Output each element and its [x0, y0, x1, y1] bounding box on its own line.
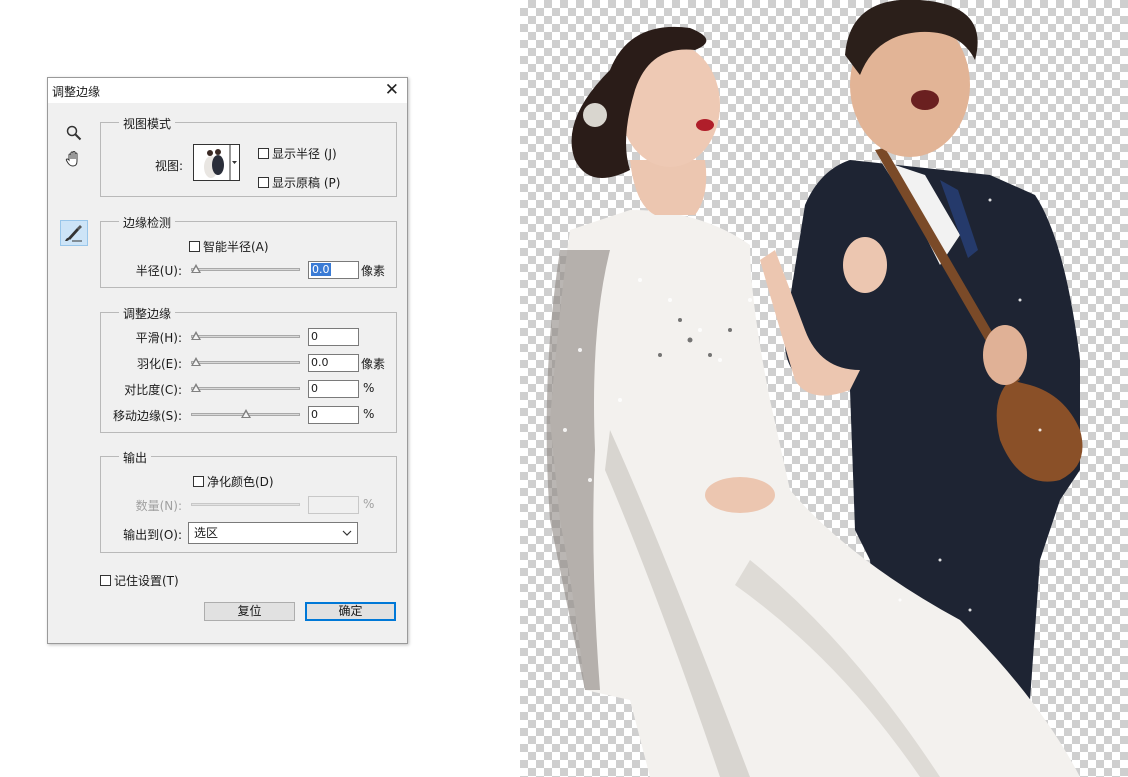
amount-slider-track	[191, 503, 300, 506]
ok-button[interactable]: 确定	[305, 602, 396, 621]
output-group: 输出 净化颜色(D) 数量(N): % 输出到(O): 选区	[100, 449, 397, 553]
shift-edge-unit: %	[363, 407, 375, 421]
amount-label: 数量(N):	[135, 499, 182, 513]
decontaminate-checkbox-box[interactable]	[193, 476, 204, 487]
radius-input[interactable]: 0.0	[308, 261, 359, 279]
photo-canvas[interactable]	[520, 0, 1128, 777]
feather-slider-track	[191, 361, 300, 364]
zoom-tool-button[interactable]	[60, 120, 88, 146]
adjust-edge-group: 调整边缘 平滑(H): 0 羽化(E): 0.0 像素 对比度(C): 0 % …	[100, 305, 397, 433]
decontaminate-label: 净化颜色(D)	[207, 475, 274, 489]
feather-input[interactable]: 0.0	[308, 354, 359, 372]
output-to-label: 输出到(O):	[123, 528, 182, 542]
contrast-label: 对比度(C):	[124, 383, 182, 397]
show-radius-label: 显示半径 (J)	[272, 147, 337, 161]
radius-slider[interactable]	[191, 264, 300, 274]
radius-slider-track	[191, 268, 300, 271]
dialog-titlebar[interactable]: 调整边缘 ✕	[48, 78, 407, 103]
dialog-title: 调整边缘	[52, 85, 101, 99]
smooth-slider-track	[191, 335, 300, 338]
adjust-edge-legend: 调整边缘	[119, 305, 176, 322]
hand-tool-button[interactable]	[60, 146, 88, 172]
smart-radius-checkbox[interactable]: 智能半径(A)	[189, 238, 269, 255]
view-label: 视图:	[155, 159, 184, 173]
smooth-input[interactable]: 0	[308, 328, 359, 346]
contrast-slider-track	[191, 387, 300, 390]
refine-radius-tool-button[interactable]	[60, 220, 88, 246]
edge-detection-group: 边缘检测 智能半径(A) 半径(U): 0.0 像素	[100, 214, 397, 288]
output-to-select[interactable]: 选区	[188, 522, 358, 544]
smart-radius-checkbox-box[interactable]	[189, 241, 200, 252]
output-legend: 输出	[119, 449, 152, 466]
amount-input	[308, 496, 359, 514]
show-original-checkbox[interactable]: 显示原稿 (P)	[258, 174, 340, 191]
feather-label: 羽化(E):	[137, 357, 182, 371]
feather-slider[interactable]	[191, 357, 300, 367]
hand-icon	[65, 150, 78, 167]
shift-edge-slider-thumb[interactable]	[240, 409, 251, 418]
refine-edge-dialog: 调整边缘 ✕ 视图模式 视图: 显示半径 (J) 显示原稿 (P) 边缘检测 智…	[47, 77, 408, 644]
smart-radius-label: 智能半径(A)	[203, 240, 269, 254]
smooth-slider[interactable]	[191, 331, 300, 341]
shift-edge-input[interactable]: 0	[308, 406, 359, 424]
edge-detection-legend: 边缘检测	[119, 214, 176, 231]
remember-settings-checkbox[interactable]: 记住设置(T)	[100, 572, 179, 589]
couple-photo-image	[546, 0, 1083, 777]
radius-slider-thumb[interactable]	[191, 264, 201, 273]
show-radius-checkbox[interactable]: 显示半径 (J)	[258, 145, 337, 162]
shift-edge-label: 移动边缘(S):	[112, 409, 182, 423]
output-to-value: 选区	[194, 526, 219, 540]
smooth-slider-thumb[interactable]	[191, 331, 201, 340]
close-icon[interactable]: ✕	[385, 80, 399, 100]
feather-unit: 像素	[361, 357, 386, 371]
view-mode-group: 视图模式 视图: 显示半径 (J) 显示原稿 (P)	[100, 115, 397, 197]
shift-edge-slider[interactable]	[191, 409, 300, 419]
show-radius-checkbox-box[interactable]	[258, 148, 269, 159]
contrast-slider[interactable]	[191, 383, 300, 393]
contrast-unit: %	[363, 381, 375, 395]
amount-slider	[191, 500, 300, 509]
show-original-checkbox-box[interactable]	[258, 177, 269, 188]
radius-label: 半径(U):	[135, 264, 182, 278]
radius-input-value: 0.0	[311, 263, 331, 276]
contrast-input[interactable]: 0	[308, 380, 359, 398]
remember-settings-label: 记住设置(T)	[114, 574, 179, 588]
view-thumbnail-icon	[194, 145, 237, 180]
radius-unit: 像素	[361, 264, 386, 278]
view-thumbnail-dropdown[interactable]	[193, 144, 240, 181]
contrast-slider-thumb[interactable]	[191, 383, 201, 392]
decontaminate-checkbox[interactable]: 净化颜色(D)	[193, 473, 274, 490]
remember-settings-checkbox-box[interactable]	[100, 575, 111, 586]
smooth-label: 平滑(H):	[135, 331, 182, 345]
magnifier-icon	[66, 125, 82, 141]
refine-radius-brush-icon	[65, 225, 82, 242]
reset-button[interactable]: 复位	[204, 602, 295, 621]
view-mode-legend: 视图模式	[119, 115, 176, 132]
show-original-label: 显示原稿 (P)	[272, 176, 341, 190]
chevron-down-icon	[342, 530, 352, 536]
amount-unit: %	[363, 497, 375, 511]
feather-slider-thumb[interactable]	[191, 357, 201, 366]
chevron-down-icon	[232, 161, 237, 164]
